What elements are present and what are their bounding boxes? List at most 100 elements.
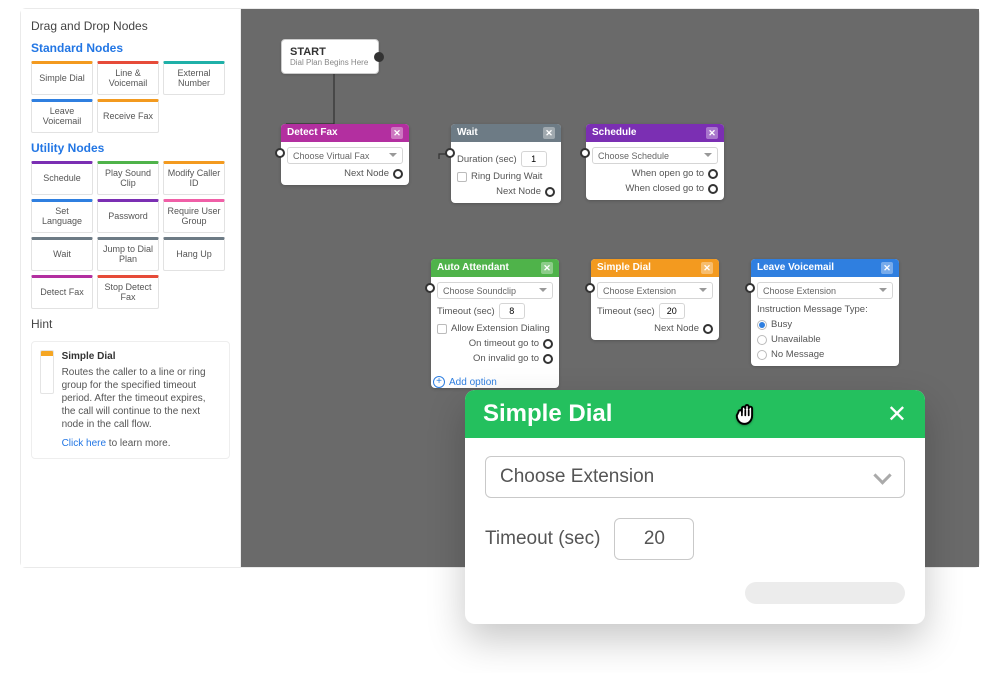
palette-node-stop-detect-fax[interactable]: Stop Detect Fax [97, 275, 159, 309]
out-port[interactable] [545, 187, 555, 197]
simple-dial-node[interactable]: Simple Dial ✕ Choose Extension Timeout (… [591, 259, 719, 340]
close-icon[interactable]: ✕ [391, 127, 403, 139]
schedule-select[interactable]: Choose Schedule [592, 147, 718, 164]
detect-fax-title: Detect Fax [287, 124, 338, 142]
simple-dial-popup[interactable]: Simple Dial ✕ Choose Extension Timeout (… [465, 390, 925, 624]
palette-node-play-sound-clip[interactable]: Play Sound Clip [97, 161, 159, 195]
start-title: START [290, 46, 368, 58]
popup-timeout-label: Timeout (sec) [485, 528, 600, 550]
hint-link[interactable]: Click here [62, 437, 106, 450]
when-open-label: When open go to [632, 168, 704, 179]
auto-attendant-title: Auto Attendant [437, 259, 509, 277]
chevron-down-icon [874, 467, 892, 485]
on-timeout-label: On timeout go to [469, 338, 539, 349]
simple-dial-title: Simple Dial [597, 259, 651, 277]
leave-vm-title: Leave Voicemail [757, 259, 834, 277]
sd-timeout-input[interactable] [659, 303, 685, 319]
palette-node-password[interactable]: Password [97, 199, 159, 233]
plus-icon: + [433, 376, 445, 388]
instr-label: Instruction Message Type: [757, 304, 868, 315]
next-node-label: Next Node [654, 323, 699, 334]
hint-thumbnail [40, 350, 54, 394]
simple-dial-select[interactable]: Choose Extension [597, 282, 713, 299]
soundclip-select[interactable]: Choose Soundclip [437, 282, 553, 299]
standard-nodes-heading: Standard Nodes [31, 41, 230, 55]
palette-node-external-number[interactable]: External Number [163, 61, 225, 95]
sd-timeout-label: Timeout (sec) [597, 306, 655, 317]
palette-node-hang-up[interactable]: Hang Up [163, 237, 225, 271]
palette-node-jump-to-dial-plan[interactable]: Jump to Dial Plan [97, 237, 159, 271]
palette-node-receive-fax[interactable]: Receive Fax [97, 99, 159, 133]
detect-fax-select[interactable]: Choose Virtual Fax [287, 147, 403, 164]
close-icon[interactable]: ✕ [706, 127, 718, 139]
out-port-closed[interactable] [708, 184, 718, 194]
leave-vm-select[interactable]: Choose Extension [757, 282, 893, 299]
utility-nodes-palette: SchedulePlay Sound ClipModify Caller ID S… [31, 161, 230, 309]
vm-option-label: No Message [771, 349, 824, 360]
close-icon[interactable]: ✕ [887, 400, 907, 429]
auto-attendant-node[interactable]: Auto Attendant ✕ Choose Soundclip Timeou… [431, 259, 559, 388]
palette-node-set-language[interactable]: Set Language [31, 199, 93, 233]
ring-checkbox[interactable] [457, 172, 467, 182]
aa-timeout-label: Timeout (sec) [437, 306, 495, 317]
popup-title: Simple Dial [483, 400, 612, 428]
palette-node-leave-voicemail[interactable]: Leave Voicemail [31, 99, 93, 133]
when-closed-label: When closed go to [625, 183, 704, 194]
next-node-label: Next Node [496, 186, 541, 197]
detect-fax-node[interactable]: Detect Fax ✕ Choose Virtual Fax Next Nod… [281, 124, 409, 185]
vm-radio-busy[interactable] [757, 320, 767, 330]
allow-ext-checkbox[interactable] [437, 324, 447, 334]
out-port-open[interactable] [708, 169, 718, 179]
in-port[interactable] [275, 148, 285, 158]
close-icon[interactable]: ✕ [541, 262, 553, 274]
add-option-button[interactable]: + Add option [433, 376, 559, 388]
schedule-node[interactable]: Schedule ✕ Choose Schedule When open go … [586, 124, 724, 200]
leave-voicemail-node[interactable]: Leave Voicemail ✕ Choose Extension Instr… [751, 259, 899, 366]
start-out-port[interactable] [374, 52, 384, 62]
in-port[interactable] [425, 283, 435, 293]
palette-node-simple-dial[interactable]: Simple Dial [31, 61, 93, 95]
standard-nodes-palette: Simple DialLine & VoicemailExternal Numb… [31, 61, 230, 133]
duration-label: Duration (sec) [457, 154, 517, 165]
in-port[interactable] [445, 148, 455, 158]
out-port-invalid[interactable] [543, 354, 553, 364]
palette-node-line-voicemail[interactable]: Line & Voicemail [97, 61, 159, 95]
sidebar-title: Drag and Drop Nodes [31, 19, 230, 33]
utility-nodes-heading: Utility Nodes [31, 141, 230, 155]
hint-title: Simple Dial [62, 350, 221, 363]
out-port-timeout[interactable] [543, 339, 553, 349]
palette-node-require-user-group[interactable]: Require User Group [163, 199, 225, 233]
on-invalid-label: On invalid go to [473, 353, 539, 364]
popup-timeout-input[interactable] [614, 518, 694, 560]
close-icon[interactable]: ✕ [701, 262, 713, 274]
vm-radio-unavailable[interactable] [757, 335, 767, 345]
schedule-title: Schedule [592, 124, 636, 142]
out-port[interactable] [703, 324, 713, 334]
close-icon[interactable]: ✕ [881, 262, 893, 274]
duration-input[interactable] [521, 151, 547, 167]
next-node-label: Next Node [344, 168, 389, 179]
out-port[interactable] [393, 169, 403, 179]
start-subtitle: Dial Plan Begins Here [290, 58, 368, 67]
vm-option-label: Unavailable [771, 334, 821, 345]
allow-ext-label: Allow Extension Dialing [451, 323, 550, 334]
aa-timeout-input[interactable] [499, 303, 525, 319]
palette-node-detect-fax[interactable]: Detect Fax [31, 275, 93, 309]
hint-body: Routes the caller to a line or ring grou… [62, 367, 206, 430]
palette-node-modify-caller-id[interactable]: Modify Caller ID [163, 161, 225, 195]
start-node[interactable]: START Dial Plan Begins Here [281, 39, 379, 74]
hint-heading: Hint [31, 317, 230, 331]
ring-label: Ring During Wait [471, 171, 542, 182]
vm-radio-no message[interactable] [757, 350, 767, 360]
in-port[interactable] [745, 283, 755, 293]
in-port[interactable] [585, 283, 595, 293]
popup-extension-select[interactable]: Choose Extension [485, 456, 905, 498]
popup-placeholder [745, 582, 905, 604]
in-port[interactable] [580, 148, 590, 158]
wait-node[interactable]: Wait ✕ Duration (sec) Ring During Wait N… [451, 124, 561, 203]
palette-node-wait[interactable]: Wait [31, 237, 93, 271]
palette-node-schedule[interactable]: Schedule [31, 161, 93, 195]
hint-box: Simple Dial Routes the caller to a line … [31, 341, 230, 459]
close-icon[interactable]: ✕ [543, 127, 555, 139]
sidebar: Drag and Drop Nodes Standard Nodes Simpl… [21, 9, 241, 567]
